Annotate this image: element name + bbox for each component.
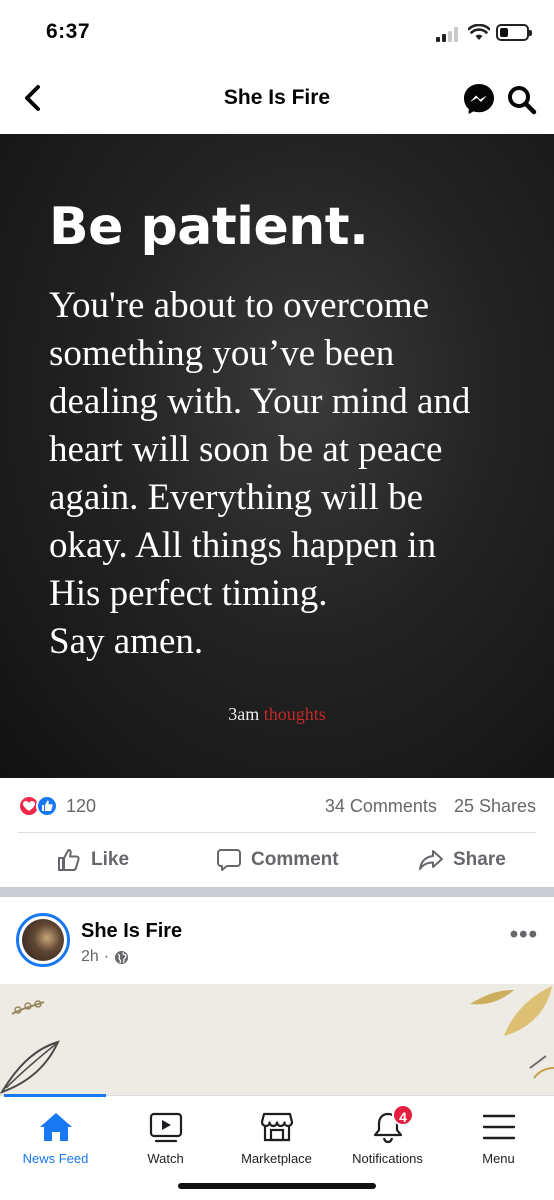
- status-time: 6:37: [46, 20, 91, 43]
- brand-red-text: thoughts: [263, 704, 326, 724]
- meta-dot: ·: [103, 948, 110, 965]
- wifi-icon: [468, 24, 490, 40]
- tab-label: News Feed: [22, 1151, 89, 1166]
- tab-marketplace[interactable]: Marketplace: [221, 1096, 332, 1176]
- like-reaction-icon: [36, 795, 58, 817]
- image-text-line: again. Everything will be: [49, 477, 424, 518]
- battery-icon: [496, 24, 532, 41]
- image-text-line: His perfect timing.: [49, 573, 328, 614]
- post-actions: Like Comment Share: [0, 833, 554, 887]
- brand-white-text: 3am: [228, 704, 260, 724]
- tab-label: Marketplace: [241, 1151, 312, 1166]
- comments-count[interactable]: 34 Comments: [325, 796, 437, 816]
- post-header: She Is Fire 2h · •••: [0, 897, 554, 987]
- tab-notifications[interactable]: 4 Notifications: [332, 1096, 443, 1176]
- image-text-line: dealing with. Your mind and: [49, 381, 471, 422]
- like-label: Like: [91, 849, 130, 870]
- thumbs-up-icon: [58, 849, 80, 871]
- image-brand: 3am thoughts: [0, 704, 554, 725]
- share-button[interactable]: Share: [418, 833, 506, 887]
- tab-label: Notifications: [352, 1151, 423, 1166]
- tab-label: Menu: [482, 1151, 515, 1166]
- tab-menu[interactable]: Menu: [443, 1096, 554, 1176]
- page-header: She Is Fire: [0, 62, 554, 134]
- comment-button[interactable]: Comment: [216, 833, 339, 887]
- home-icon: [39, 1113, 72, 1141]
- feed-separator: [0, 887, 554, 897]
- leaf-decoration: [0, 986, 554, 1094]
- search-icon[interactable]: [506, 84, 538, 116]
- image-text-line: something you’ve been: [49, 333, 395, 374]
- share-label: Share: [453, 849, 506, 870]
- marketplace-icon: [260, 1112, 293, 1142]
- comment-label: Comment: [251, 849, 339, 870]
- messenger-icon[interactable]: [462, 82, 496, 116]
- comment-icon: [217, 849, 241, 871]
- shares-count[interactable]: 25 Shares: [454, 796, 536, 816]
- tab-news-feed[interactable]: News Feed: [0, 1096, 111, 1176]
- post-image-preview[interactable]: [0, 984, 554, 1096]
- reactions-row: 120 34 Comments 25 Shares: [0, 778, 554, 834]
- home-indicator[interactable]: [178, 1183, 376, 1189]
- image-text-line: You're about to overcome: [49, 285, 430, 326]
- more-options-icon[interactable]: •••: [510, 921, 538, 949]
- share-icon: [419, 850, 443, 870]
- post-time[interactable]: 2h: [81, 948, 99, 966]
- post-meta: 2h ·: [81, 948, 129, 966]
- status-bar: 6:37: [0, 0, 554, 62]
- image-headline: Be patient.: [49, 197, 369, 257]
- post-author[interactable]: She Is Fire: [81, 920, 182, 943]
- tab-label: Watch: [147, 1151, 184, 1166]
- reactions-count[interactable]: 120: [66, 796, 96, 817]
- image-text-line: Say amen.: [49, 621, 204, 662]
- post-image[interactable]: Be patient. You're about to overcome som…: [0, 134, 554, 778]
- tab-watch[interactable]: Watch: [110, 1096, 221, 1176]
- watch-icon: [149, 1112, 182, 1143]
- reaction-icons[interactable]: [18, 795, 62, 817]
- like-button[interactable]: Like: [56, 833, 129, 887]
- cell-signal-icon: [436, 26, 462, 42]
- menu-icon: [482, 1114, 515, 1140]
- avatar[interactable]: [16, 913, 70, 967]
- image-text-line: okay. All things happen in: [49, 525, 437, 566]
- notification-badge: 4: [392, 1104, 414, 1126]
- image-text-line: heart will soon be at peace: [49, 429, 443, 470]
- engagement-counts: 34 Comments 25 Shares: [325, 796, 536, 817]
- globe-icon: [115, 950, 129, 964]
